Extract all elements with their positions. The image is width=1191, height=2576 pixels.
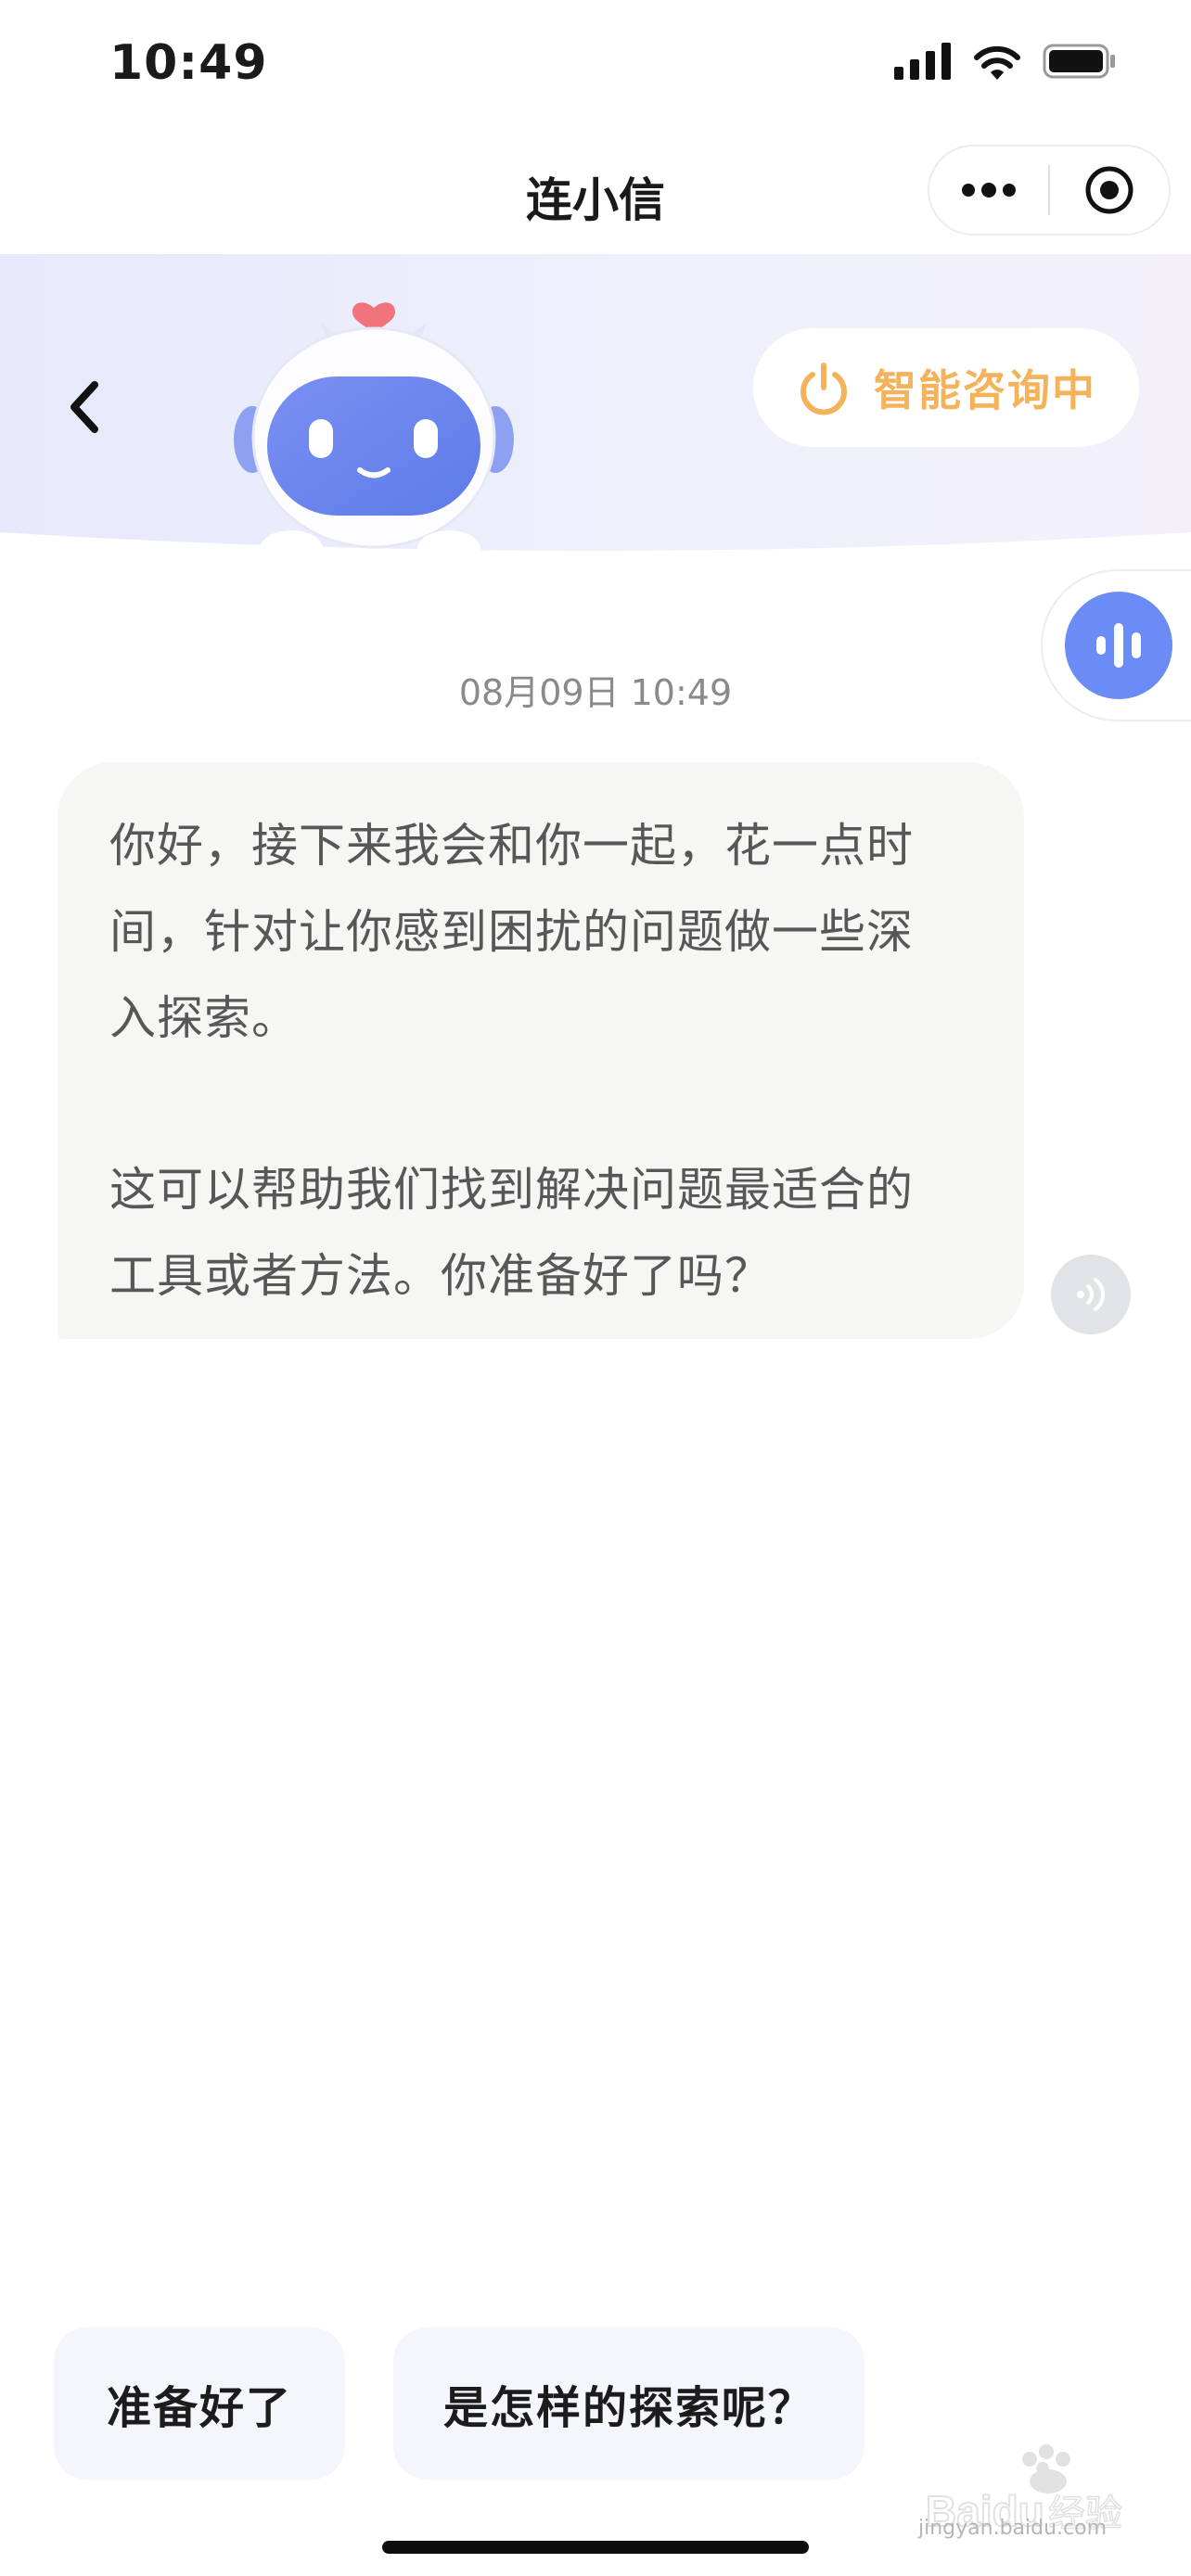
message-line: 入探索。 <box>109 991 299 1045</box>
message-timestamp: 08月09日 10:49 <box>458 672 733 713</box>
message-line: 这可以帮助我们找到解决问题最适合的 <box>109 1163 914 1217</box>
close-mini-program-button[interactable] <box>1050 147 1169 234</box>
play-audio-button[interactable] <box>1051 1255 1131 1334</box>
bot-message-bubble: 你好，接下来我会和你一起，花一点时 间，针对让你感到困扰的问题做一些深 入探索。… <box>58 762 1024 1339</box>
status-label: 智能咨询中 <box>874 365 1096 415</box>
back-button[interactable] <box>56 365 111 449</box>
message-line: 工具或者方法。你准备好了吗？ <box>109 1249 772 1303</box>
target-icon <box>1085 166 1133 214</box>
quick-reply-what-exploration[interactable]: 是怎样的探索呢？ <box>393 2327 864 2480</box>
status-icons <box>894 43 1117 80</box>
home-indicator[interactable] <box>382 2541 809 2554</box>
wifi-icon <box>974 45 1020 80</box>
mini-program-capsule <box>928 145 1171 236</box>
chevron-left-icon <box>70 381 98 433</box>
robot-mascot-icon <box>234 302 514 558</box>
quick-reply-ready[interactable]: 准备好了 <box>54 2327 345 2480</box>
chat-screen: 10:49 连小信 智能咨询中 08月09日 10:49 你好，接下来我会和你一… <box>0 0 1191 2576</box>
status-time: 10:49 <box>109 35 268 91</box>
status-bar: 10:49 <box>0 0 1191 130</box>
speaker-icon <box>1077 1278 1105 1311</box>
nav-bar: 连小信 <box>0 130 1191 254</box>
header-banner: 智能咨询中 <box>0 254 1191 560</box>
watermark-url: jingyan.baidu.com <box>918 2517 1108 2540</box>
message-line: 间，针对让你感到困扰的问题做一些深 <box>109 905 914 959</box>
consulting-status-badge[interactable]: 智能咨询中 <box>753 328 1139 447</box>
power-icon <box>800 363 847 415</box>
battery-icon <box>1043 44 1115 79</box>
message-line: 你好，接下来我会和你一起，花一点时 <box>109 819 914 873</box>
signal-icon <box>894 43 951 80</box>
more-dots-icon <box>962 183 1016 198</box>
more-button[interactable] <box>929 147 1048 234</box>
